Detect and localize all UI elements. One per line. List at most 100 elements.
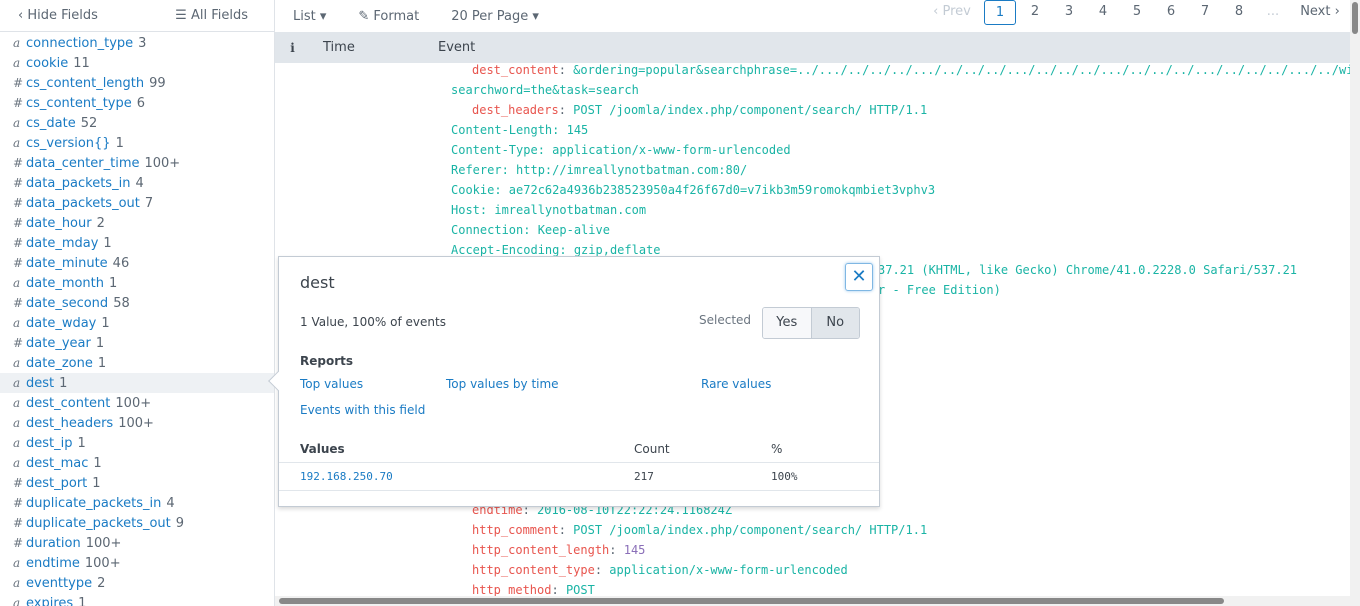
field-item[interactable]: a cs_version{} 1 [0, 133, 274, 153]
field-item[interactable]: # duplicate_packets_out 9 [0, 513, 274, 533]
field-item[interactable]: a dest_mac 1 [0, 453, 274, 473]
event-field-key[interactable]: http_method [472, 583, 551, 596]
event-field-value[interactable]: POST /joomla/index.php/component/search/… [573, 103, 927, 117]
field-item[interactable]: # date_second 58 [0, 293, 274, 313]
sidebar-toolbar: ‹ Hide Fields ☰ All Fields [0, 0, 274, 32]
field-item[interactable]: a endtime 100+ [0, 553, 274, 573]
field-count: 1 [103, 236, 112, 251]
selected-no-button[interactable]: No [811, 308, 859, 338]
prev-page-button[interactable]: ‹ Prev [922, 0, 982, 24]
field-item[interactable]: # dest_port 1 [0, 473, 274, 493]
top-values-link[interactable]: Top values [300, 377, 363, 391]
event-field-key[interactable]: dest_content [472, 63, 559, 77]
field-item[interactable]: a date_month 1 [0, 273, 274, 293]
horizontal-scroll-thumb[interactable] [279, 598, 1224, 604]
field-item[interactable]: a date_zone 1 [0, 353, 274, 373]
event-field-value[interactable]: Content-Length: 145 [451, 123, 588, 137]
close-icon: ✕ [851, 266, 867, 287]
per-page-dropdown[interactable]: 20 Per Page ▾ [451, 9, 539, 24]
field-item[interactable]: # cs_content_type 6 [0, 93, 274, 113]
event-field-value[interactable]: &ordering=popular&searchphrase=../.../..… [573, 63, 1350, 77]
format-button[interactable]: ✎ Format [358, 9, 419, 24]
event-field-value[interactable]: POST [566, 583, 595, 596]
field-item[interactable]: # cs_content_length 99 [0, 73, 274, 93]
close-button[interactable]: ✕ [845, 263, 873, 291]
rare-values-link[interactable]: Rare values [701, 377, 771, 391]
events-with-field-link[interactable]: Events with this field [300, 403, 425, 417]
field-name: eventtype [26, 576, 93, 591]
count-header: Count [634, 442, 670, 456]
field-item[interactable]: a expires 1 [0, 593, 274, 606]
event-field-key[interactable]: http_content_type [472, 563, 595, 577]
page-1-button[interactable]: 1 [984, 0, 1016, 25]
page-2-button[interactable]: 2 [1018, 0, 1052, 24]
field-item[interactable]: a cookie 11 [0, 53, 274, 73]
event-field-value[interactable]: Referer: http://imreallynotbatman.com:80… [451, 163, 747, 177]
vertical-scrollbar[interactable] [1350, 0, 1360, 606]
field-type-icon: # [13, 216, 24, 230]
event-field-key[interactable]: http_content_length [472, 543, 609, 557]
field-item[interactable]: # duration 100+ [0, 533, 274, 553]
field-item[interactable]: a dest_content 100+ [0, 393, 274, 413]
event-field-key[interactable]: http_comment [472, 523, 559, 537]
page-3-button[interactable]: 3 [1052, 0, 1086, 24]
field-item[interactable]: a dest 1 [0, 373, 274, 393]
top-values-by-time-link[interactable]: Top values by time [446, 377, 559, 391]
event-line: Connection: Keep-alive [451, 220, 610, 240]
field-count: 6 [136, 96, 146, 111]
time-column-header[interactable]: Time [310, 40, 438, 55]
field-name: duplicate_packets_out [26, 516, 171, 531]
event-field-value[interactable]: Accept-Encoding: gzip,deflate [451, 243, 661, 257]
field-type-icon: a [13, 436, 21, 450]
value-link[interactable]: 192.168.250.70 [300, 463, 393, 491]
event-line: r - Free Edition) [878, 280, 1001, 300]
field-item[interactable]: # data_center_time 100+ [0, 153, 274, 173]
field-name: date_year [26, 336, 91, 351]
field-type-icon: # [13, 516, 24, 530]
event-field-value[interactable]: 37.21 (KHTML, like Gecko) Chrome/41.0.22… [878, 263, 1297, 277]
next-page-button[interactable]: Next › [1290, 0, 1350, 24]
page-5-button[interactable]: 5 [1120, 0, 1154, 24]
all-fields-button[interactable]: ☰ All Fields [175, 8, 248, 23]
popup-title: dest [300, 273, 335, 292]
field-item[interactable]: # duplicate_packets_in 4 [0, 493, 274, 513]
event-field-value[interactable]: application/x-www-form-urlencoded [609, 563, 847, 577]
field-item[interactable]: # date_hour 2 [0, 213, 274, 233]
page-7-button[interactable]: 7 [1188, 0, 1222, 24]
field-item[interactable]: # data_packets_in 4 [0, 173, 274, 193]
event-field-value[interactable]: 145 [624, 543, 646, 557]
field-item[interactable]: a connection_type 3 [0, 33, 274, 53]
field-item[interactable]: # date_minute 46 [0, 253, 274, 273]
event-field-value[interactable]: Connection: Keep-alive [451, 223, 610, 237]
event-field-value[interactable]: POST /joomla/index.php/component/search/… [573, 523, 927, 537]
event-field-value[interactable]: r - Free Edition) [878, 283, 1001, 297]
pencil-icon: ✎ [358, 8, 374, 24]
field-item[interactable]: a cs_date 52 [0, 113, 274, 133]
field-item[interactable]: # date_mday 1 [0, 233, 274, 253]
field-count: 1 [109, 276, 118, 291]
selected-yes-button[interactable]: Yes [763, 308, 812, 338]
event-field-key[interactable]: dest_headers [472, 103, 559, 117]
field-list: a connection_type 3 a cookie 11 # cs_content_le… [0, 32, 274, 606]
event-column-header[interactable]: Event [438, 40, 475, 55]
field-item[interactable]: a date_wday 1 [0, 313, 274, 333]
event-field-value[interactable]: searchword=the&task=search [451, 83, 639, 97]
list-dropdown[interactable]: List ▾ [293, 9, 326, 24]
field-item[interactable]: a dest_ip 1 [0, 433, 274, 453]
page-6-button[interactable]: 6 [1154, 0, 1188, 24]
field-item[interactable]: a eventtype 2 [0, 573, 274, 593]
page-4-button[interactable]: 4 [1086, 0, 1120, 24]
field-type-icon: # [13, 336, 24, 350]
field-item[interactable]: a dest_headers 100+ [0, 413, 274, 433]
event-field-value[interactable]: Content-Type: application/x-www-form-url… [451, 143, 791, 157]
event-field-value[interactable]: Host: imreallynotbatman.com [451, 203, 646, 217]
field-item[interactable]: # data_packets_out 7 [0, 193, 274, 213]
hide-fields-button[interactable]: ‹ Hide Fields [18, 8, 98, 23]
event-field-value[interactable]: Cookie: ae72c62a4936b238523950a4f26f67d0… [451, 183, 935, 197]
field-name: date_hour [26, 216, 92, 231]
horizontal-scrollbar[interactable] [275, 596, 1350, 606]
vertical-scroll-thumb[interactable] [1352, 2, 1358, 34]
page-8-button[interactable]: 8 [1222, 0, 1256, 24]
field-name: dest_content [26, 396, 111, 411]
field-item[interactable]: # date_year 1 [0, 333, 274, 353]
